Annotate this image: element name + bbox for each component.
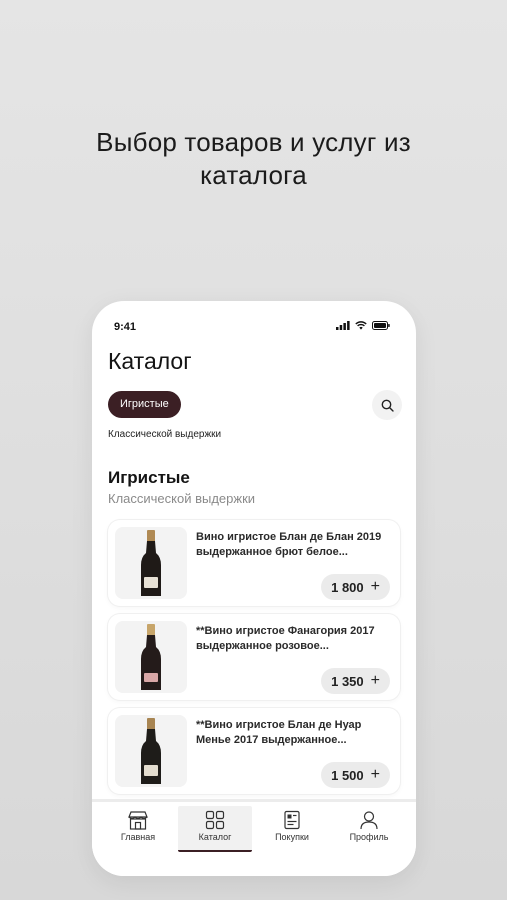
grid-icon xyxy=(205,810,225,830)
promo-headline-line2: каталога xyxy=(200,160,307,190)
product-image xyxy=(115,715,187,787)
search-button[interactable] xyxy=(372,390,402,420)
phone-mockup: 9:41 Каталог Игристые Классической выдер… xyxy=(92,301,416,876)
add-to-cart-button[interactable]: 1 500 + xyxy=(321,762,390,788)
product-price: 1 350 xyxy=(331,673,364,689)
product-price: 1 500 xyxy=(331,767,364,783)
add-to-cart-button[interactable]: 1 350 + xyxy=(321,668,390,694)
section-subtitle: Классической выдержки xyxy=(108,491,256,506)
tab-label: Профиль xyxy=(349,832,389,842)
wine-bottle-icon xyxy=(141,530,161,596)
bottom-tab-bar: Главная Каталог Покупки Профиль xyxy=(92,799,416,876)
shop-icon xyxy=(128,811,148,830)
receipt-icon xyxy=(284,810,300,830)
promo-headline: Выбор товаров и услуг из каталога xyxy=(40,126,467,192)
wifi-icon xyxy=(355,321,367,330)
tab-purchases[interactable]: Покупки xyxy=(255,806,329,850)
tab-home[interactable]: Главная xyxy=(101,806,175,850)
plus-icon: + xyxy=(370,672,380,689)
product-image xyxy=(115,527,187,599)
product-card[interactable]: **Вино игристое Фанагория 2017 выдержанн… xyxy=(108,614,400,700)
product-card[interactable]: Вино игристое Блан де Блан 2019 выдержан… xyxy=(108,520,400,606)
product-price: 1 800 xyxy=(331,579,364,595)
product-title: **Вино игристое Блан де Нуар Менье 2017 … xyxy=(196,719,362,746)
section-title: Игристые xyxy=(108,468,190,487)
product-list: Вино игристое Блан де Блан 2019 выдержан… xyxy=(108,520,400,802)
add-to-cart-button[interactable]: 1 800 + xyxy=(321,574,390,600)
plus-icon: + xyxy=(370,578,380,595)
status-bar: 9:41 xyxy=(92,301,416,345)
promo-headline-line1: Выбор товаров и услуг из xyxy=(96,127,411,157)
tab-profile[interactable]: Профиль xyxy=(332,806,406,850)
signal-icon xyxy=(336,321,350,330)
user-icon xyxy=(360,811,378,830)
product-title: Вино игристое Блан де Блан 2019 выдержан… xyxy=(196,531,382,558)
page-title: Каталог xyxy=(108,348,192,374)
category-chip-sparkling[interactable]: Игристые xyxy=(108,391,181,418)
battery-icon xyxy=(372,321,390,330)
search-icon xyxy=(381,399,394,412)
product-card[interactable]: **Вино игристое Блан де Нуар Менье 2017 … xyxy=(108,708,400,794)
tab-catalog[interactable]: Каталог xyxy=(178,806,252,852)
tab-label: Покупки xyxy=(275,832,309,842)
product-image xyxy=(115,621,187,693)
status-time: 9:41 xyxy=(114,321,137,333)
tab-label: Главная xyxy=(120,832,156,842)
wine-bottle-icon xyxy=(141,624,161,690)
status-icons xyxy=(336,321,390,330)
product-title: **Вино игристое Фанагория 2017 выдержанн… xyxy=(196,625,375,652)
plus-icon: + xyxy=(370,766,380,783)
wine-bottle-icon xyxy=(141,718,161,784)
subcategory-filter[interactable]: Классической выдержки xyxy=(108,429,221,440)
tab-label: Каталог xyxy=(198,832,232,842)
